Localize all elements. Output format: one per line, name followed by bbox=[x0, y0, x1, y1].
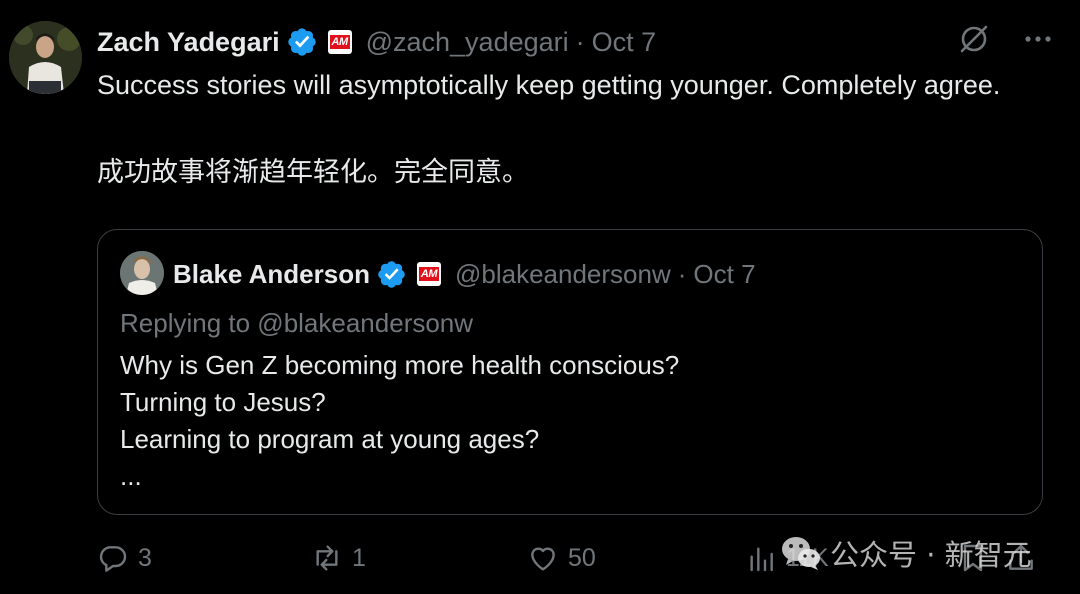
retweet-button[interactable]: 1 bbox=[311, 536, 366, 580]
quoted-line: Learning to program at young ages? bbox=[120, 424, 540, 454]
reply-button[interactable]: 3 bbox=[97, 536, 152, 580]
tweet-date[interactable]: Oct 7 bbox=[592, 27, 657, 58]
quoted-verified-badge-icon[interactable] bbox=[376, 259, 407, 290]
like-count: 50 bbox=[568, 543, 596, 572]
quoted-tweet-text: Why is Gen Z becoming more health consci… bbox=[120, 347, 679, 495]
tweet-top-actions bbox=[957, 22, 1055, 56]
grok-icon[interactable] bbox=[957, 22, 991, 56]
quoted-tweet-card[interactable]: Blake Anderson AM @blakeandersonw · Oct … bbox=[97, 229, 1043, 515]
author-handle[interactable]: @zach_yadegari bbox=[366, 27, 569, 58]
author-avatar[interactable] bbox=[9, 21, 82, 94]
avatar-image bbox=[9, 21, 82, 94]
retweet-count: 1 bbox=[352, 543, 366, 572]
tweet-header: Zach Yadegari AM @zach_yadegari · Oct 7 bbox=[97, 22, 656, 62]
quoted-author-name[interactable]: Blake Anderson bbox=[173, 259, 370, 290]
quoted-affiliation-badge-text: AM bbox=[418, 267, 439, 281]
more-options-icon[interactable] bbox=[1021, 22, 1055, 56]
wechat-logo-icon bbox=[782, 537, 820, 570]
reply-count: 3 bbox=[138, 543, 152, 572]
views-bar-chart-icon bbox=[750, 547, 773, 572]
separator-dot: · bbox=[575, 26, 585, 57]
quoted-separator-dot: · bbox=[677, 258, 687, 289]
tweet-text: Success stories will asymptotically keep… bbox=[97, 70, 1001, 100]
affiliation-badge-text: AM bbox=[329, 35, 350, 49]
quoted-author-handle[interactable]: @blakeandersonw bbox=[455, 259, 671, 290]
watermark-text: 公众号 · 新智元 bbox=[830, 538, 1032, 572]
wechat-watermark: 公众号 · 新智元 bbox=[780, 528, 1032, 578]
author-name[interactable]: Zach Yadegari bbox=[97, 27, 280, 58]
like-button[interactable]: 50 bbox=[527, 536, 596, 580]
quoted-tweet-header: Blake Anderson AM @blakeandersonw · Oct … bbox=[173, 255, 756, 293]
reply-icon bbox=[99, 546, 127, 572]
quoted-tweet-date[interactable]: Oct 7 bbox=[693, 259, 755, 290]
quoted-avatar-image bbox=[120, 251, 164, 295]
quoted-affiliation-badge-icon[interactable]: AM bbox=[416, 262, 441, 286]
heart-icon bbox=[531, 547, 555, 571]
tweet-translation: 成功故事将渐趋年轻化。完全同意。 bbox=[97, 157, 529, 188]
replying-to-label: Replying to @blakeandersonw bbox=[120, 308, 474, 338]
quoted-line: Why is Gen Z becoming more health consci… bbox=[120, 350, 680, 380]
quoted-line: Turning to Jesus? bbox=[120, 387, 326, 417]
quoted-line: ... bbox=[120, 461, 142, 491]
affiliation-badge-icon[interactable]: AM bbox=[327, 30, 352, 54]
verified-badge-icon[interactable] bbox=[286, 26, 318, 58]
quoted-author-avatar[interactable] bbox=[120, 251, 164, 295]
retweet-icon bbox=[316, 545, 338, 571]
